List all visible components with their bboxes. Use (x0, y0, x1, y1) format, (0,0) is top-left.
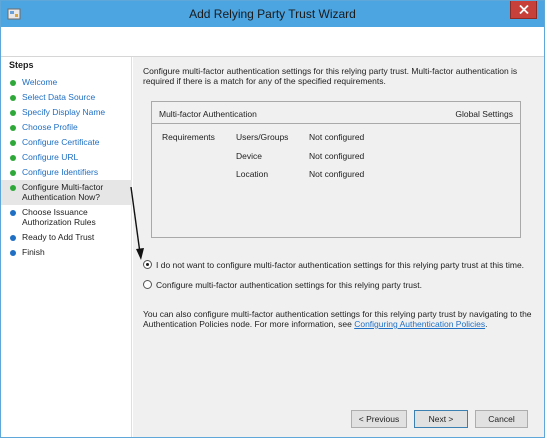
cancel-button[interactable]: Cancel (475, 410, 528, 428)
radio-option-configure[interactable]: Configure multi-factor authentication se… (143, 279, 538, 293)
step-ready-to-add-trust: Ready to Add Trust (1, 230, 132, 245)
radio-option-no-configure[interactable]: I do not want to configure multi-factor … (143, 259, 538, 273)
step-status-dot-icon (10, 185, 16, 191)
step-status-dot-icon (10, 210, 16, 216)
step-status-dot-icon (10, 250, 16, 256)
requirement-row-device: Device Not configured (236, 151, 436, 163)
step-label: Configure Identifiers (22, 167, 99, 177)
step-label: Welcome (22, 77, 58, 87)
step-label: Configure URL (22, 152, 79, 162)
step-status-dot-icon (10, 80, 16, 86)
intro-text: Configure multi-factor authentication se… (143, 66, 518, 86)
step-label: Choose Profile (22, 122, 78, 132)
global-settings-label: Global Settings (455, 109, 513, 119)
annotation-arrow-icon (130, 187, 144, 260)
requirement-row-users-groups: Users/Groups Not configured (236, 132, 436, 144)
step-status-dot-icon (10, 140, 16, 146)
radio-configure-label[interactable]: Configure multi-factor authentication se… (156, 280, 422, 290)
requirement-key: Users/Groups (236, 132, 289, 142)
title-bar[interactable]: Add Relying Party Trust Wizard (1, 1, 544, 27)
step-configure-identifiers[interactable]: Configure Identifiers (1, 165, 132, 180)
wizard-window: Add Relying Party Trust Wizard Steps Wel… (0, 0, 545, 438)
step-label: Finish (22, 247, 45, 257)
close-icon (519, 5, 529, 14)
step-choose-profile[interactable]: Choose Profile (1, 120, 132, 135)
step-label: Choose Issuance Authorization Rules (22, 207, 96, 227)
radio-no-configure-label[interactable]: I do not want to configure multi-factor … (156, 260, 524, 270)
steps-heading: Steps (9, 60, 34, 70)
step-choose-issuance-rules: Choose Issuance Authorization Rules (1, 205, 132, 230)
mfa-box-header: Multi-factor Authentication Global Setti… (152, 102, 520, 124)
step-label: Configure Certificate (22, 137, 100, 147)
step-label: Select Data Source (22, 92, 96, 102)
steps-panel: Steps Welcome Select Data Source Specify… (1, 57, 132, 437)
mfa-summary-box: Multi-factor Authentication Global Setti… (151, 101, 521, 238)
next-button[interactable]: Next > (414, 410, 468, 428)
authentication-policies-note: You can also configure multi-factor auth… (143, 309, 538, 329)
wizard-header-band (1, 27, 544, 57)
step-label: Specify Display Name (22, 107, 106, 117)
step-specify-display-name[interactable]: Specify Display Name (1, 105, 132, 120)
requirement-key: Location (236, 169, 269, 179)
step-status-dot-icon (10, 235, 16, 241)
requirement-key: Device (236, 151, 262, 161)
step-status-dot-icon (10, 95, 16, 101)
step-label: Configure Multi-factor Authentication No… (22, 182, 104, 202)
step-label: Ready to Add Trust (22, 232, 95, 242)
steps-list: Welcome Select Data Source Specify Displ… (1, 75, 132, 260)
requirement-value: Not configured (309, 151, 365, 161)
requirement-value: Not configured (309, 132, 365, 142)
mfa-box-title: Multi-factor Authentication (159, 109, 257, 119)
step-status-dot-icon (10, 125, 16, 131)
step-status-dot-icon (10, 170, 16, 176)
step-welcome[interactable]: Welcome (1, 75, 132, 90)
step-select-data-source[interactable]: Select Data Source (1, 90, 132, 105)
requirement-row-location: Location Not configured (236, 169, 436, 181)
close-button[interactable] (510, 1, 537, 19)
radio-configure[interactable] (143, 280, 152, 289)
window-title: Add Relying Party Trust Wizard (189, 7, 356, 21)
previous-button[interactable]: < Previous (351, 410, 407, 428)
step-finish: Finish (1, 245, 132, 260)
step-status-dot-icon (10, 155, 16, 161)
requirements-label: Requirements (162, 132, 215, 142)
step-configure-url[interactable]: Configure URL (1, 150, 132, 165)
step-configure-mfa[interactable]: Configure Multi-factor Authentication No… (1, 180, 132, 205)
step-configure-certificate[interactable]: Configure Certificate (1, 135, 132, 150)
requirement-value: Not configured (309, 169, 365, 179)
configuring-auth-policies-link[interactable]: Configuring Authentication Policies (354, 319, 485, 329)
content-pane: Configure multi-factor authentication se… (133, 57, 544, 437)
note-end: . (485, 319, 488, 329)
step-status-dot-icon (10, 110, 16, 116)
